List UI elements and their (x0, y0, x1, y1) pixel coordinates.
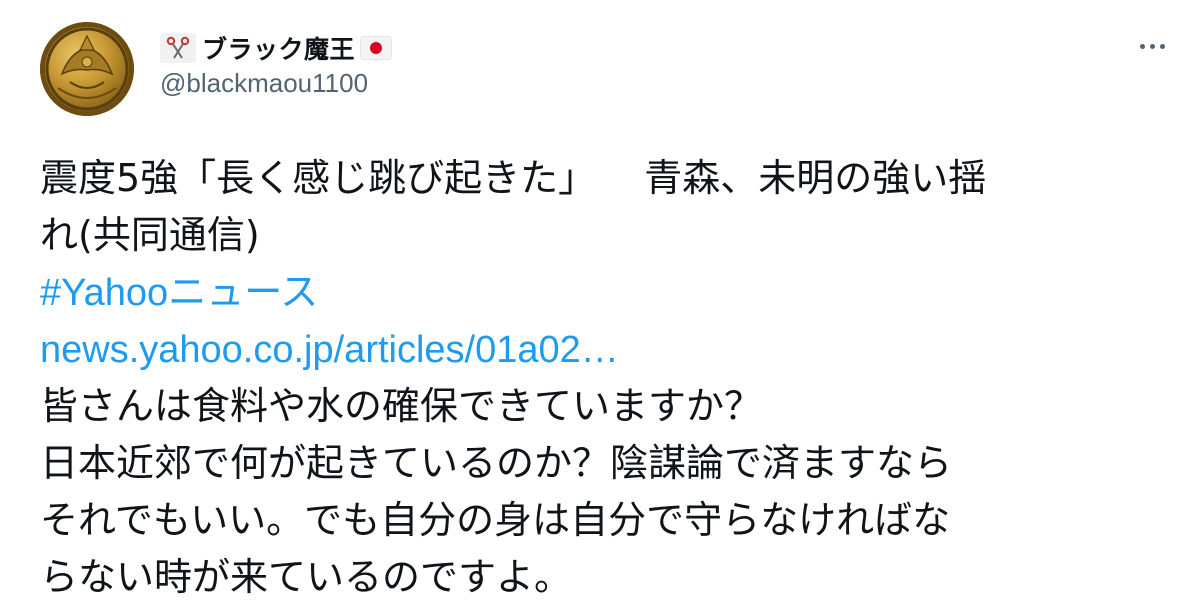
headline-line-2: れ(共同通信) (40, 213, 260, 257)
body-line: らない時が来ているのですよ。 (40, 555, 573, 599)
more-horizontal-icon[interactable] (1132, 34, 1172, 58)
japan-flag-icon (361, 37, 392, 59)
headline-part-1: 震度5強「長く感じ跳び起きた」 (40, 156, 597, 200)
body-line: 皆さんは食料や水の確保できていますか？ (40, 384, 763, 428)
display-name-row[interactable]: ブラック魔王 (160, 28, 392, 68)
body-line: それでもいい。でも自分の身は自分で守らなければな (40, 498, 951, 542)
display-name[interactable]: ブラック魔王 (202, 30, 355, 66)
hashtag-link[interactable]: #Yahooニュース (40, 272, 318, 314)
user-handle[interactable]: @blackmaou1100 (160, 68, 368, 99)
headline-part-2: 青森、未明の強い揺 (644, 156, 987, 200)
tweet: ブラック魔王 @blackmaou1100 震度5強「長く感じ跳び起きた」 青森、… (0, 0, 1190, 606)
avatar[interactable] (40, 22, 134, 116)
article-link[interactable]: news.yahoo.co.jp/articles/01a02… (40, 329, 619, 371)
tweet-text: 震度5強「長く感じ跳び起きた」 青森、未明の強い揺 れ(共同通信) #Yahooニ… (40, 150, 1180, 606)
scissors-icon (160, 33, 196, 63)
coin-avatar-image (45, 27, 129, 111)
body-line: 日本近郊で何が起きているのか？陰謀論で済ますなら (40, 441, 953, 485)
headline-line-1: 震度5強「長く感じ跳び起きた」 青森、未明の強い揺 (40, 150, 1180, 207)
